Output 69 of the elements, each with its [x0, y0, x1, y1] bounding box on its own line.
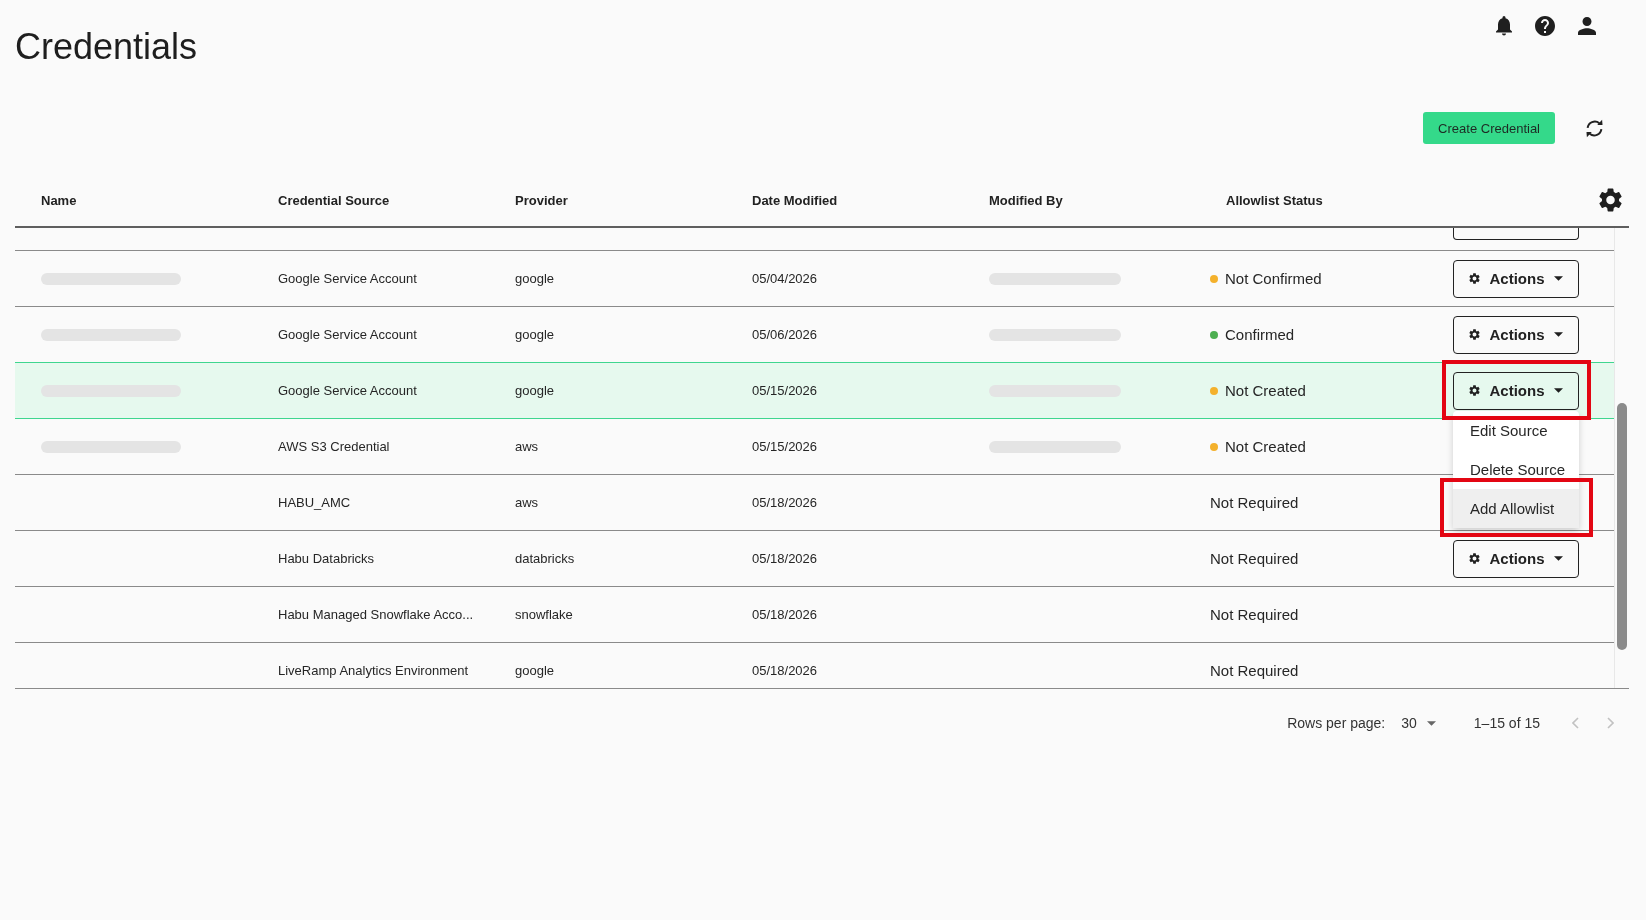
column-header: Modified By: [989, 192, 1063, 208]
caret-icon: [1426, 720, 1436, 726]
modified-date: 05/15/2026: [752, 439, 818, 454]
credential-source: Habu Databricks: [278, 551, 375, 566]
provider-name: databricks: [515, 551, 575, 566]
status-text: Not Required: [1210, 550, 1299, 567]
column-header: Date Modified: [752, 192, 838, 208]
actions-button[interactable]: Actions: [1453, 315, 1579, 354]
column-header: Provider: [515, 192, 568, 208]
provider-name: snowflake: [515, 607, 573, 622]
settings-icon[interactable]: [1599, 188, 1622, 212]
credential-source: HABU_AMC: [278, 495, 351, 510]
clipped-button[interactable]: [1453, 228, 1579, 240]
modified-date: 05/04/2026: [752, 271, 818, 286]
provider-name: aws: [515, 439, 539, 454]
caret-icon: [1553, 332, 1563, 337]
modified-date: 05/06/2026: [752, 327, 818, 342]
gear-icon: [1469, 329, 1481, 340]
status-text: Not Created: [1225, 438, 1306, 455]
help-icon[interactable]: [1535, 16, 1555, 36]
provider-name: google: [515, 327, 555, 342]
scrollbar-thumb[interactable]: [1617, 403, 1627, 650]
scrollbar-track[interactable]: [1614, 228, 1629, 688]
table-row[interactable]: Google Service Account google 05/04/2026 Not Confirmed Actions: [15, 250, 1614, 306]
caret-icon: [1553, 556, 1563, 561]
credential-source: Google Service Account: [278, 271, 417, 286]
column-header: Name: [41, 192, 77, 208]
status-text: Not Required: [1210, 662, 1299, 679]
provider-name: google: [515, 383, 555, 398]
actions-button[interactable]: Actions: [1453, 371, 1579, 410]
create-credential-button[interactable]: Create Credential: [1423, 112, 1555, 144]
provider-name: aws: [515, 495, 539, 510]
status-text: Not Required: [1210, 494, 1299, 511]
user-icon[interactable]: [1578, 17, 1596, 35]
provider-name: google: [515, 271, 555, 286]
credential-source: Google Service Account: [278, 327, 417, 342]
modified-date: 05/18/2026: [752, 551, 818, 566]
actions-button[interactable]: Actions: [1453, 259, 1579, 298]
caret-icon: [1553, 388, 1563, 393]
status-text: Not Required: [1210, 606, 1299, 623]
caret-icon: [1553, 276, 1563, 281]
credential-source: LiveRamp Analytics Environment: [278, 663, 469, 678]
column-header: Credential Source: [278, 192, 390, 208]
modified-date: 05/18/2026: [752, 495, 818, 510]
column-header: Allowlist Status: [1226, 192, 1323, 208]
credential-source: AWS S3 Credential: [278, 439, 390, 454]
status-text: Not Created: [1225, 382, 1306, 399]
rows-per-page-label: Rows per page:: [1287, 715, 1386, 731]
notification-bell-icon[interactable]: [1496, 16, 1512, 36]
page-range: 1–15 of 15: [1473, 715, 1540, 731]
credential-source: Google Service Account: [278, 383, 417, 398]
table-row[interactable]: Habu Managed Snowflake Acco... snowflake 05/18/2026 Not Required: [15, 586, 1614, 642]
menu-item[interactable]: Add Allowlist: [1453, 489, 1579, 528]
modified-date: 05/18/2026: [752, 607, 818, 622]
modified-date: 05/15/2026: [752, 383, 818, 398]
gear-icon: [1469, 553, 1481, 564]
rows-per-page-select[interactable]: 30: [1401, 715, 1436, 731]
gear-icon: [1469, 273, 1481, 284]
page-title: Credentials: [15, 26, 198, 68]
modified-date: 05/18/2026: [752, 663, 818, 678]
provider-name: google: [515, 663, 555, 678]
gear-icon: [1469, 385, 1481, 396]
table-row[interactable]: LiveRamp Analytics Environment google 05/18/2026 Not Required: [15, 642, 1614, 688]
actions-button[interactable]: Actions: [1453, 539, 1579, 578]
credential-source: Habu Managed Snowflake Acco...: [278, 607, 474, 622]
table-row[interactable]: Habu Databricks databricks 05/18/2026 Not Required Actions: [15, 530, 1614, 586]
status-text: Confirmed: [1225, 326, 1295, 343]
status-text: Not Confirmed: [1225, 270, 1322, 287]
refresh-icon[interactable]: [1585, 118, 1604, 138]
